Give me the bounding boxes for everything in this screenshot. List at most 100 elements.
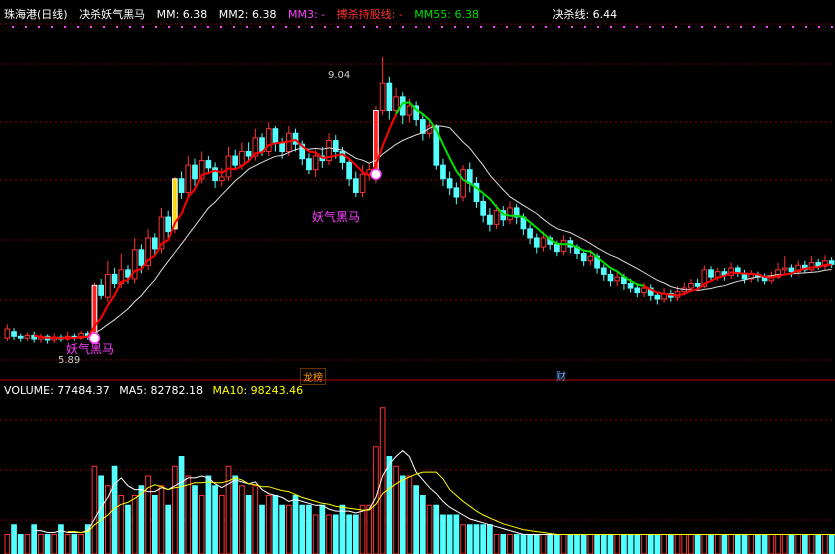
volume-bar [4, 534, 11, 554]
volume-bar [808, 534, 815, 554]
volume-bar [406, 475, 413, 554]
volume-bar [547, 534, 554, 554]
indicator-dot [467, 26, 469, 28]
volume-bar [493, 534, 500, 554]
volume-bar [721, 534, 728, 554]
indicator-dot [207, 26, 209, 28]
ma10-value: MA10: 98243.46 [212, 384, 304, 397]
indicator-dot [363, 26, 365, 28]
candle-body [232, 155, 239, 166]
indicator-dot [337, 26, 339, 28]
volume-bar [78, 534, 84, 554]
indicator-dot [597, 26, 599, 28]
candle-body [225, 155, 232, 178]
candle-body [218, 176, 225, 182]
candle-body [627, 283, 634, 289]
indicator-dot [662, 26, 664, 28]
volume-bar [781, 534, 788, 554]
volume-bar [667, 534, 674, 554]
ma-line-white [81, 125, 832, 338]
indicator-dot [454, 26, 456, 28]
indicator-dot [324, 26, 326, 28]
volume-bar [674, 534, 681, 554]
indicator-dot [740, 26, 742, 28]
candle-body [4, 328, 11, 339]
candle-body [24, 334, 31, 339]
volume-bar [560, 534, 567, 554]
indicator-dot [831, 26, 833, 28]
mm55-value: MM55: 6.38 [414, 8, 479, 21]
volume-bar [319, 504, 326, 554]
volume-bar [775, 534, 781, 554]
candle-body [386, 82, 393, 112]
volume-bar [688, 534, 694, 554]
volume-bar [218, 495, 225, 554]
volume-bar [359, 504, 366, 554]
indicator-dot [623, 26, 625, 28]
volume-bar [165, 504, 172, 554]
indicator-dot [246, 26, 248, 28]
volume-bar [84, 524, 91, 554]
volume-bar [51, 534, 58, 554]
candle-body [453, 187, 460, 198]
candle-body [600, 267, 607, 275]
indicator-dot [103, 26, 105, 28]
candle-body [111, 273, 118, 285]
candle-body [352, 178, 359, 193]
volume-bar [312, 514, 319, 554]
indicator-dot [259, 26, 261, 28]
volume-bar [11, 524, 17, 554]
indicator-dot [51, 26, 53, 28]
volume-bar [326, 514, 332, 554]
candle-body [125, 269, 131, 278]
high-price-label: 9.04 [328, 70, 351, 81]
volume-bar [292, 495, 299, 554]
indicator-dot [571, 26, 573, 28]
candle-body [460, 169, 466, 198]
candle-body [788, 267, 795, 273]
volume-bar [507, 534, 513, 554]
candle-body [580, 252, 587, 262]
volume-bar [125, 504, 131, 554]
candle-body [339, 150, 346, 163]
candle-body [306, 158, 312, 171]
volume-bar [621, 534, 627, 554]
indicator-dot [636, 26, 638, 28]
signal-label-1: 妖气黑马 [66, 342, 115, 356]
indicator-dot [64, 26, 66, 28]
volume-bar [433, 504, 440, 554]
volume-bar [151, 495, 158, 554]
indicator-dot [428, 26, 430, 28]
stock-chart [0, 23, 835, 554]
indicator-dot [25, 26, 27, 28]
volume-bar [440, 514, 446, 554]
volume-bar [420, 495, 426, 554]
indicator-dot [311, 26, 313, 28]
candle-body [540, 237, 547, 248]
volume-bar [31, 524, 38, 554]
volume-bar [339, 504, 346, 554]
indicator-dot [506, 26, 508, 28]
indicator-dot [285, 26, 287, 28]
volume-bar [225, 465, 232, 554]
volume-bar [185, 475, 192, 554]
indicator-dot [805, 26, 807, 28]
tag-cai: 财 [556, 372, 566, 383]
volume-bar [788, 534, 795, 554]
indicator-dot [181, 26, 183, 28]
indicator-dot [519, 26, 521, 28]
indicator-dot [493, 26, 495, 28]
volume-bar [205, 475, 212, 554]
indicator-dot [402, 26, 404, 28]
candle-body [614, 276, 621, 282]
candle-body [165, 216, 172, 233]
volume-bar [239, 485, 245, 554]
volume-bar [641, 534, 647, 554]
volume-bar [822, 534, 828, 554]
candle-body [554, 243, 560, 253]
volume-bar [607, 534, 614, 554]
indicator-dot [77, 26, 79, 28]
volume-bar [761, 534, 768, 554]
candle-body [138, 249, 145, 266]
indicator-dot [545, 26, 547, 28]
